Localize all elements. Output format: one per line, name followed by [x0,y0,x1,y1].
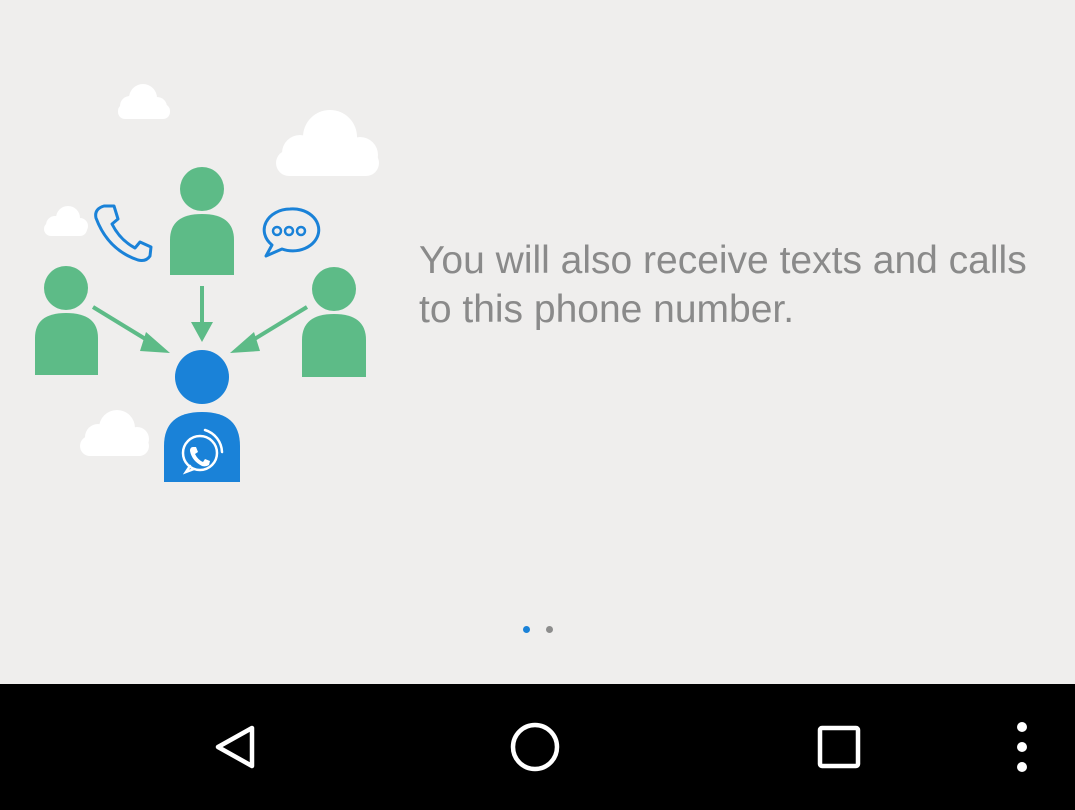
person-icon [302,267,366,377]
overflow-menu-icon [1017,722,1027,772]
person-icon [35,266,98,375]
recents-button[interactable] [784,684,894,810]
back-icon [215,725,255,769]
back-button[interactable] [180,684,290,810]
page-indicator [0,626,1075,636]
person-icon [170,167,234,275]
cloud-icon [276,110,379,176]
onboarding-illustration [35,84,379,482]
home-button[interactable] [480,684,590,810]
page-dot-active[interactable] [522,626,530,633]
overflow-menu-button[interactable] [990,684,1054,810]
onboarding-page[interactable]: You will also receive texts and calls to… [0,0,1075,684]
navigation-bar [0,684,1075,810]
page-dot[interactable] [545,626,553,633]
phone-icon [94,204,153,262]
home-icon [510,722,560,772]
arrow-icon [191,286,213,342]
cloud-icon [44,206,88,236]
arrow-icon [91,305,170,353]
recents-icon [817,725,861,769]
arrow-icon [230,305,309,353]
screen: You will also receive texts and calls to… [0,0,1075,810]
cloud-icon [118,84,170,119]
onboarding-message: You will also receive texts and calls to… [419,239,1027,331]
chat-bubble-icon [262,207,321,258]
cloud-icon [80,410,149,456]
